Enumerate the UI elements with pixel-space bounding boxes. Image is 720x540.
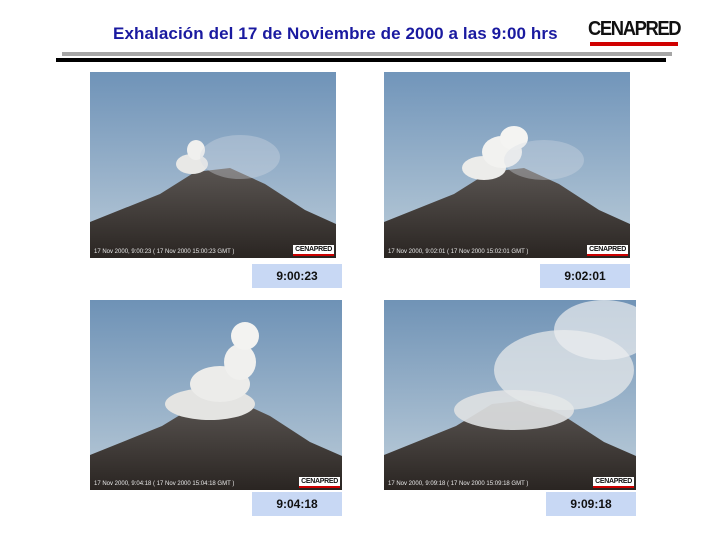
logo-text: CENAPRED — [588, 18, 682, 40]
volcano-photo-3: 17 Nov 2000, 9:04:18 ( 17 Nov 2000 15:04… — [90, 300, 342, 490]
logo-underline — [590, 42, 678, 46]
photo-timestamp: 17 Nov 2000, 9:00:23 ( 17 Nov 2000 15:00… — [94, 249, 235, 255]
time-caption-4: 9:09:18 — [546, 492, 636, 516]
volcano-photo-1: 17 Nov 2000, 9:00:23 ( 17 Nov 2000 15:00… — [90, 72, 336, 258]
time-caption-2: 9:02:01 — [540, 264, 630, 288]
time-caption-3: 9:04:18 — [252, 492, 342, 516]
cenapred-logo: CENAPRED — [588, 18, 682, 48]
header-rule-black — [56, 58, 666, 62]
photo-watermark: CENAPRED — [299, 477, 340, 488]
time-caption-1: 9:00:23 — [252, 264, 342, 288]
photo-watermark: CENAPRED — [593, 477, 634, 488]
photo-timestamp: 17 Nov 2000, 9:04:18 ( 17 Nov 2000 15:04… — [94, 481, 235, 487]
photo-timestamp: 17 Nov 2000, 9:09:18 ( 17 Nov 2000 15:09… — [388, 481, 529, 487]
photo-watermark: CENAPRED — [587, 245, 628, 256]
volcano-photo-4: 17 Nov 2000, 9:09:18 ( 17 Nov 2000 15:09… — [384, 300, 636, 490]
volcano-photo-2: 17 Nov 2000, 9:02:01 ( 17 Nov 2000 15:02… — [384, 72, 630, 258]
header-rule-gray — [62, 52, 672, 56]
page-title: Exhalación del 17 de Noviembre de 2000 a… — [113, 24, 558, 43]
photo-watermark: CENAPRED — [293, 245, 334, 256]
photo-timestamp: 17 Nov 2000, 9:02:01 ( 17 Nov 2000 15:02… — [388, 249, 529, 255]
